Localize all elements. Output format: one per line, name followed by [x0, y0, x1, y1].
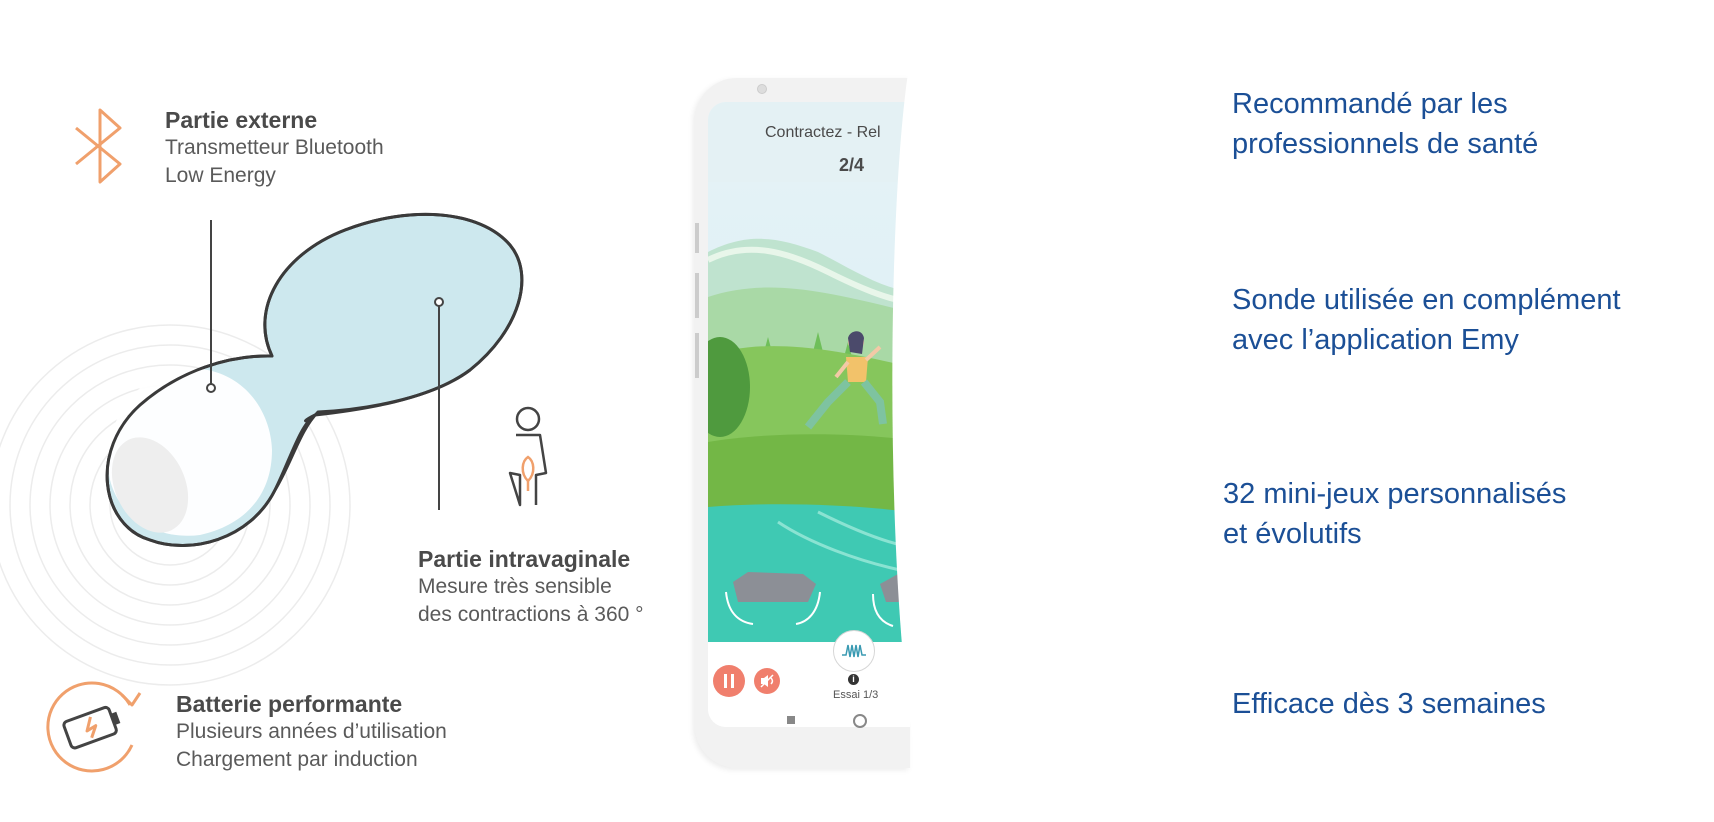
benefit-efficacy: Efficace dès 3 semaines: [1232, 684, 1546, 724]
info-icon[interactable]: i: [848, 674, 859, 685]
benefit-recommended-line2: professionnels de santé: [1232, 128, 1539, 160]
feature-intravaginal-line2: des contractions à 360 °: [418, 603, 644, 626]
phone-side-button: [695, 223, 699, 253]
bluetooth-icon: [75, 108, 122, 184]
feature-external-line2: Low Energy: [165, 164, 276, 187]
benefit-complement-line1: Sonde utilisée en complément: [1232, 284, 1621, 316]
woman-pelvis-icon: [508, 406, 548, 507]
feature-intravaginal-line1: Mesure très sensible: [418, 575, 612, 598]
benefit-minigames-line2: et évolutifs: [1223, 518, 1362, 550]
feature-intravaginal-title: Partie intravaginale: [418, 546, 631, 572]
callout-dot-intravaginal: [434, 297, 444, 307]
phone-side-button: [695, 273, 699, 318]
wave-icon: [842, 644, 866, 658]
feature-battery-title: Batterie performante: [176, 691, 403, 717]
mute-button[interactable]: [754, 668, 780, 694]
pause-button[interactable]: [713, 665, 745, 697]
phone-cut-mask: [892, 60, 960, 780]
benefit-minigames-line1: 32 mini-jeux personnalisés: [1223, 478, 1567, 510]
pause-icon: [724, 674, 727, 688]
benefit-efficacy-line1: Efficace dès 3 semaines: [1232, 688, 1546, 720]
nav-recent-button[interactable]: [787, 716, 795, 724]
feature-battery-line1: Plusieurs années d’utilisation: [176, 720, 447, 743]
nav-home-button[interactable]: [853, 714, 867, 728]
benefit-complement-line2: avec l’application Emy: [1232, 324, 1519, 356]
feature-external-line1: Transmetteur Bluetooth: [165, 136, 384, 159]
phone-frame: Contractez - Rel 2/4 i Essai 1/3: [695, 78, 910, 768]
pause-icon-bar: [731, 674, 734, 688]
feature-battery: Batterie performante Plusieurs années d’…: [176, 690, 447, 774]
feature-battery-line2: Chargement par induction: [176, 748, 418, 771]
signal-wave-button[interactable]: [833, 630, 875, 672]
benefit-complement: Sonde utilisée en complément avec l’appl…: [1232, 280, 1621, 360]
phone-attempt: Essai 1/3: [833, 689, 879, 701]
phone-camera: [757, 84, 767, 94]
feature-external-title: Partie externe: [165, 107, 318, 133]
benefit-recommended: Recommandé par les professionnels de san…: [1232, 84, 1538, 164]
benefit-recommended-line1: Recommandé par les: [1232, 88, 1508, 120]
phone-instruction: Contractez - Rel: [765, 124, 881, 141]
feature-intravaginal: Partie intravaginale Mesure très sensibl…: [418, 545, 644, 629]
callout-dot-external: [206, 383, 216, 393]
benefit-minigames: 32 mini-jeux personnalisés et évolutifs: [1223, 474, 1566, 554]
battery-charging-icon: [46, 681, 142, 773]
speaker-muted-icon: [760, 674, 774, 688]
feature-external: Partie externe Transmetteur Bluetooth Lo…: [165, 106, 384, 190]
phone-side-button: [695, 333, 699, 378]
phone-progress: 2/4: [839, 155, 865, 175]
